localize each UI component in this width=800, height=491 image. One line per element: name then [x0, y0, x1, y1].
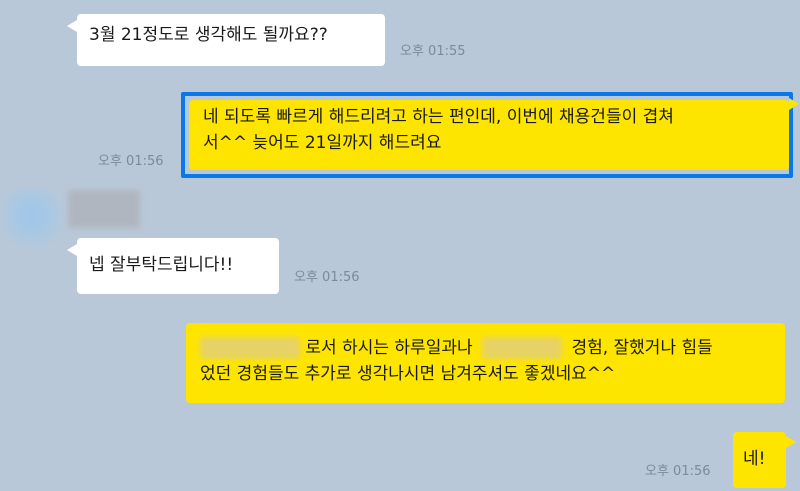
- redacted-text: [482, 337, 563, 359]
- message-text-line-1: 네 되도록 빠르게 해드리려고 하는 편인데, 이번에 채용건들이 겹쳐: [203, 107, 674, 127]
- redacted-text: [200, 337, 300, 359]
- incoming-message-bubble[interactable]: 3월 21정도로 생각해도 될까요??: [77, 14, 385, 66]
- incoming-bubble-tail: [67, 244, 77, 256]
- message-text-fragment: 로서 하시는 하루일과나: [305, 338, 473, 358]
- avatar[interactable]: [3, 188, 61, 250]
- outgoing-message-bubble[interactable]: 네 되도록 빠르게 해드리려고 하는 편인데, 이번에 채용건들이 겹쳐 서^^…: [189, 100, 789, 170]
- message-timestamp: 오후 01:56: [98, 154, 164, 169]
- message-timestamp: 오후 01:55: [400, 44, 466, 59]
- message-text: 3월 21정도로 생각해도 될까요??: [89, 25, 328, 45]
- outgoing-bubble-tail: [789, 98, 799, 110]
- message-text: 넵 잘부탁드립니다!!: [89, 255, 234, 275]
- sender-name-blurred: [68, 190, 140, 228]
- outgoing-bubble-tail: [786, 436, 796, 448]
- message-text-line-2: 었던 경험들도 추가로 생각나시면 남겨주셔도 좋겠네요^^: [200, 364, 616, 384]
- message-text-line-2: 서^^ 늦어도 21일까지 해드려요: [203, 133, 442, 153]
- outgoing-message-bubble[interactable]: 네!: [733, 432, 786, 488]
- outgoing-message-bubble[interactable]: 로서 하시는 하루일과나 경험, 잘했거나 힘들 었던 경험들도 추가로 생각나…: [186, 323, 785, 403]
- incoming-message-bubble[interactable]: 넵 잘부탁드립니다!!: [77, 238, 279, 294]
- message-timestamp: 오후 01:56: [294, 270, 360, 285]
- message-timestamp: 오후 01:56: [645, 464, 711, 479]
- incoming-bubble-tail: [67, 20, 77, 32]
- message-text-line-1: 로서 하시는 하루일과나 경험, 잘했거나 힘들: [200, 335, 771, 361]
- message-text-fragment: 경험, 잘했거나 힘들: [571, 338, 713, 358]
- message-text: 네!: [743, 449, 766, 469]
